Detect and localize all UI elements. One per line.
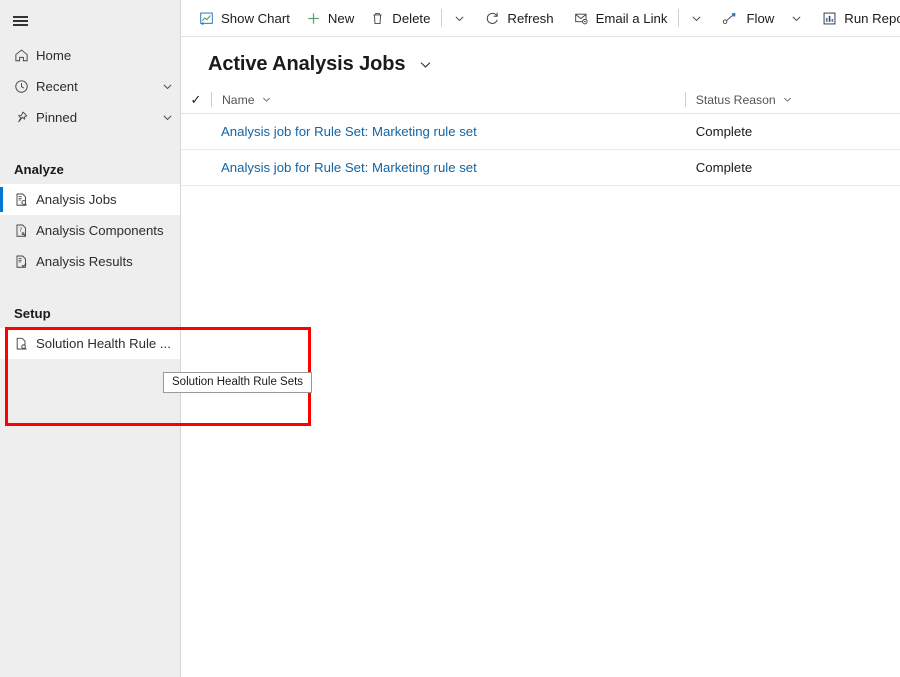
delete-label: Delete	[392, 10, 431, 26]
command-separator-1	[441, 9, 443, 27]
chevron-down-icon-flow[interactable]	[782, 0, 810, 36]
run-report-icon	[822, 11, 837, 26]
chevron-down-icon-delete-overflow[interactable]	[445, 0, 473, 36]
chevron-down-icon-view-selector[interactable]	[418, 57, 433, 72]
sidebar-item-home[interactable]: Home	[0, 40, 180, 71]
sidebar-group-title-setup: Setup	[14, 306, 51, 321]
sidebar-item-analysis-results[interactable]: Analysis Results	[0, 246, 180, 277]
sidebar-item-pinned[interactable]: Pinned	[0, 102, 180, 133]
sidebar-item-label-solution-health-rule-sets: Solution Health Rule ...	[36, 336, 171, 351]
cell-name[interactable]: Analysis job for Rule Set: Marketing rul…	[181, 160, 686, 175]
sidebar-item-analysis-jobs[interactable]: Analysis Jobs	[0, 184, 180, 215]
email-link-icon	[574, 11, 589, 26]
run-report-button[interactable]: Run Report	[810, 0, 900, 36]
sidebar-item-label-recent: Recent	[36, 79, 78, 94]
sidebar-item-label-home: Home	[36, 48, 72, 63]
document-search-icon-setup	[14, 336, 36, 352]
chevron-down-icon-pinned[interactable]	[154, 111, 180, 124]
sidebar-item-label-analysis-jobs: Analysis Jobs	[36, 192, 117, 207]
command-bar: Show Chart New Delete Refresh Email a Li…	[181, 0, 900, 37]
new-label: New	[327, 10, 355, 26]
table-row[interactable]: Analysis job for Rule Set: Marketing rul…	[181, 114, 900, 150]
page-title-row: Active Analysis Jobs	[208, 53, 900, 76]
command-separator-2	[678, 9, 680, 27]
trash-icon	[370, 11, 385, 26]
sidebar-item-analysis-components[interactable]: ? Analysis Components	[0, 215, 180, 246]
cell-status-reason: Complete	[695, 124, 753, 139]
flow-icon	[722, 11, 739, 26]
select-all-checkbox[interactable]: ✓	[181, 92, 211, 108]
cell-status-reason: Complete	[695, 160, 753, 175]
svg-text:?: ?	[19, 226, 22, 233]
hamburger-bars	[12, 13, 28, 28]
show-chart-label: Show Chart	[221, 10, 290, 26]
sidebar-group-title-analyze: Analyze	[14, 162, 64, 177]
show-chart-icon	[199, 11, 214, 26]
grid-header-row: ✓ Name Status Reason	[181, 86, 900, 114]
record-link[interactable]: Analysis job for Rule Set: Marketing rul…	[221, 124, 477, 139]
pin-icon	[14, 110, 36, 125]
sidebar-item-solution-health-rule-sets[interactable]: Solution Health Rule ...	[0, 328, 180, 359]
cell-name[interactable]: Analysis job for Rule Set: Marketing rul…	[181, 124, 686, 139]
sidebar-item-label-pinned: Pinned	[36, 110, 78, 125]
column-header-name[interactable]: Name	[212, 93, 685, 107]
document-check-icon	[14, 254, 36, 270]
tooltip-solution-health-rule-sets: Solution Health Rule Sets	[163, 372, 313, 393]
document-search-icon	[14, 192, 36, 208]
run-report-label: Run Report	[844, 10, 900, 26]
plus-icon	[306, 11, 321, 26]
app-window: Home Recent Pinned Analyze Analysis Jobs…	[0, 0, 900, 677]
table-row[interactable]: Analysis job for Rule Set: Marketing rul…	[181, 150, 900, 186]
email-a-link-button[interactable]: Email a Link	[562, 0, 676, 36]
new-button[interactable]: New	[298, 0, 362, 36]
page-title: Active Analysis Jobs	[208, 53, 406, 75]
site-map-menu-icon[interactable]	[0, 2, 40, 40]
clock-icon	[14, 79, 36, 94]
refresh-button[interactable]: Refresh	[473, 0, 561, 36]
chevron-down-icon-column-name[interactable]	[261, 94, 272, 105]
main-content: Show Chart New Delete Refresh Email a Li…	[181, 0, 900, 677]
sidebar-item-recent[interactable]: Recent	[0, 71, 180, 102]
record-link[interactable]: Analysis job for Rule Set: Marketing rul…	[221, 160, 477, 175]
refresh-label: Refresh	[507, 10, 554, 26]
home-icon	[14, 48, 36, 63]
chevron-down-icon-recent[interactable]	[154, 80, 180, 93]
page-header: Active Analysis Jobs	[181, 37, 900, 86]
delete-button[interactable]: Delete	[362, 0, 438, 36]
navigation-sidebar: Home Recent Pinned Analyze Analysis Jobs…	[0, 0, 313, 677]
document-question-icon: ?	[14, 223, 36, 239]
chevron-down-icon-email-overflow[interactable]	[682, 0, 710, 36]
column-header-status-reason-label: Status Reason	[695, 92, 776, 107]
chevron-down-icon-column-status-reason[interactable]	[782, 94, 793, 105]
refresh-icon	[485, 11, 500, 26]
show-chart-button[interactable]: Show Chart	[191, 0, 298, 36]
sidebar-item-label-analysis-results: Analysis Results	[36, 254, 133, 269]
data-grid: ✓ Name Status Reason Analysis job for Ru…	[181, 86, 900, 186]
flow-button[interactable]: Flow	[710, 0, 782, 36]
column-header-name-label: Name	[222, 92, 255, 107]
column-header-status-reason[interactable]: Status Reason	[686, 93, 900, 107]
sidebar-item-label-analysis-components: Analysis Components	[36, 223, 164, 238]
email-a-link-label: Email a Link	[595, 10, 668, 26]
flow-label: Flow	[746, 10, 775, 26]
